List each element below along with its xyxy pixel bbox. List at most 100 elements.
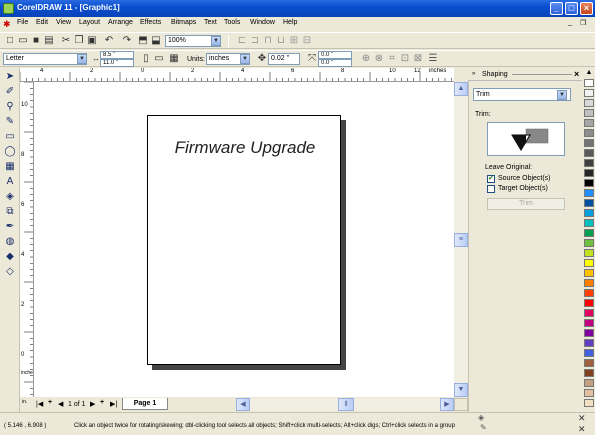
- palette-swatch[interactable]: [584, 359, 594, 367]
- add-page-after-icon[interactable]: +: [100, 399, 104, 406]
- paper-height-field[interactable]: 11.0 ": [100, 59, 134, 67]
- outline-indicator-icon[interactable]: ✎: [480, 423, 487, 432]
- document-icon[interactable]: ✱: [3, 20, 12, 29]
- palette-swatch[interactable]: [584, 299, 594, 307]
- palette-swatch[interactable]: [584, 159, 594, 167]
- paper-type-chevron-icon[interactable]: ▼: [77, 54, 87, 64]
- zoom-dropdown-chevron-icon[interactable]: ▼: [211, 36, 221, 46]
- menu-edit[interactable]: Edit: [36, 19, 48, 26]
- print-icon[interactable]: ▤: [43, 35, 55, 47]
- palette-swatch[interactable]: [584, 209, 594, 217]
- palette-swatch[interactable]: [584, 349, 594, 357]
- doc-restore-icon[interactable]: ❐: [580, 19, 586, 27]
- shape-tool-icon[interactable]: ✐: [3, 85, 17, 99]
- first-page-icon[interactable]: |◀: [36, 400, 43, 408]
- vertical-scrollbar[interactable]: ▲ ≡ ▼: [454, 82, 468, 397]
- maximize-button[interactable]: □: [565, 2, 578, 15]
- artistic-text-object[interactable]: Firmware Upgrade: [148, 138, 342, 158]
- palette-swatch[interactable]: [584, 79, 594, 87]
- palette-swatch[interactable]: [584, 109, 594, 117]
- undo-icon[interactable]: ↶: [103, 35, 115, 47]
- drawing-page[interactable]: Firmware Upgrade: [147, 115, 341, 365]
- freehand-tool-icon[interactable]: ✎: [3, 115, 17, 129]
- coreldraw-app-icon[interactable]: [3, 3, 14, 14]
- scroll-left-icon[interactable]: ◀: [236, 398, 250, 411]
- save-icon[interactable]: ■: [30, 35, 42, 47]
- target-objects-checkbox[interactable]: [487, 185, 495, 193]
- menu-file[interactable]: File: [17, 19, 28, 26]
- palette-swatch[interactable]: [584, 239, 594, 247]
- doc-minimize-icon[interactable]: _: [568, 19, 572, 26]
- menu-bitmaps[interactable]: Bitmaps: [171, 19, 196, 26]
- redo-icon[interactable]: ↷: [121, 35, 133, 47]
- pick-tool-icon[interactable]: ➤: [3, 70, 17, 84]
- text-tool-icon[interactable]: A: [3, 175, 17, 189]
- menu-window[interactable]: Window: [250, 19, 275, 26]
- open-icon[interactable]: ▭: [17, 35, 29, 47]
- trim-button[interactable]: Trim: [487, 198, 565, 210]
- palette-swatch[interactable]: [584, 199, 594, 207]
- palette-swatch[interactable]: [584, 149, 594, 157]
- new-icon[interactable]: □: [4, 35, 16, 47]
- treat-as-filled-icon[interactable]: ⊠: [412, 53, 424, 65]
- rectangle-tool-icon[interactable]: ▭: [3, 130, 17, 144]
- snap-objects-icon[interactable]: ⌗: [386, 53, 398, 65]
- close-button[interactable]: ×: [580, 2, 593, 15]
- duplicate-y-field[interactable]: 0.0 ": [318, 59, 352, 67]
- scroll-down-icon[interactable]: ▼: [454, 383, 468, 397]
- palette-swatch[interactable]: [584, 339, 594, 347]
- palette-swatch[interactable]: [584, 189, 594, 197]
- palette-swatch[interactable]: [584, 219, 594, 227]
- export-icon[interactable]: ⬓: [150, 35, 162, 47]
- vertical-scroll-thumb[interactable]: ≡: [454, 233, 468, 247]
- paste-icon[interactable]: ▣: [86, 35, 98, 47]
- navigator-corner-button[interactable]: [454, 398, 468, 411]
- palette-swatch[interactable]: [584, 259, 594, 267]
- snap-guidelines-icon[interactable]: ⊗: [373, 53, 385, 65]
- palette-swatch[interactable]: [584, 289, 594, 297]
- palette-swatch[interactable]: [584, 329, 594, 337]
- minimize-button[interactable]: _: [550, 2, 563, 15]
- page-tab-page-1[interactable]: Page 1: [122, 398, 168, 410]
- snap-grid-icon[interactable]: ⊕: [360, 53, 372, 65]
- dynamic-guides-icon[interactable]: ⊡: [399, 53, 411, 65]
- last-page-icon[interactable]: ▶|: [110, 400, 117, 408]
- palette-swatch[interactable]: [584, 229, 594, 237]
- fill-indicator-icon[interactable]: ◈: [478, 413, 484, 422]
- palette-swatch[interactable]: [584, 99, 594, 107]
- palette-swatch[interactable]: [584, 319, 594, 327]
- interactive-fill-tool-icon[interactable]: ◇: [3, 265, 17, 279]
- docker-close-icon[interactable]: ×: [574, 69, 579, 79]
- interactive-blend-tool-icon[interactable]: ◈: [3, 190, 17, 204]
- menu-view[interactable]: View: [56, 19, 71, 26]
- add-page-before-icon[interactable]: +: [48, 399, 52, 406]
- palette-swatch[interactable]: [584, 379, 594, 387]
- drawing-canvas[interactable]: Firmware Upgrade: [34, 82, 454, 397]
- source-objects-checkbox[interactable]: ✔: [487, 175, 495, 183]
- paper-type-select[interactable]: Letter: [3, 53, 87, 65]
- menu-text[interactable]: Text: [204, 19, 217, 26]
- vertical-ruler[interactable]: 10 8 6 4 2 0 inches: [20, 82, 34, 397]
- fill-tool-icon[interactable]: ◆: [3, 250, 17, 264]
- palette-swatch[interactable]: [584, 89, 594, 97]
- portrait-icon[interactable]: ▯: [140, 53, 152, 65]
- horizontal-ruler[interactable]: 4 2 0 2 4 6 8 10 12 inches: [20, 68, 454, 82]
- scroll-right-icon[interactable]: ▶: [440, 398, 454, 411]
- palette-swatch[interactable]: [584, 399, 594, 407]
- menu-effects[interactable]: Effects: [140, 19, 161, 26]
- scroll-up-icon[interactable]: ▲: [454, 82, 468, 96]
- palette-swatch[interactable]: [584, 279, 594, 287]
- previous-page-icon[interactable]: ◀: [58, 400, 63, 408]
- options-icon[interactable]: ☰: [427, 53, 439, 65]
- copy-icon[interactable]: ❐: [73, 35, 85, 47]
- zoom-tool-icon[interactable]: ⚲: [3, 100, 17, 114]
- palette-swatch[interactable]: [584, 179, 594, 187]
- palette-swatch[interactable]: [584, 169, 594, 177]
- menu-layout[interactable]: Layout: [79, 19, 100, 26]
- palette-swatch[interactable]: [584, 119, 594, 127]
- palette-swatch[interactable]: [584, 249, 594, 257]
- outline-tool-icon[interactable]: ◍: [3, 235, 17, 249]
- duplicate-x-field[interactable]: 0.0 ": [318, 51, 352, 59]
- palette-swatch[interactable]: [584, 309, 594, 317]
- landscape-icon[interactable]: ▭: [153, 53, 165, 65]
